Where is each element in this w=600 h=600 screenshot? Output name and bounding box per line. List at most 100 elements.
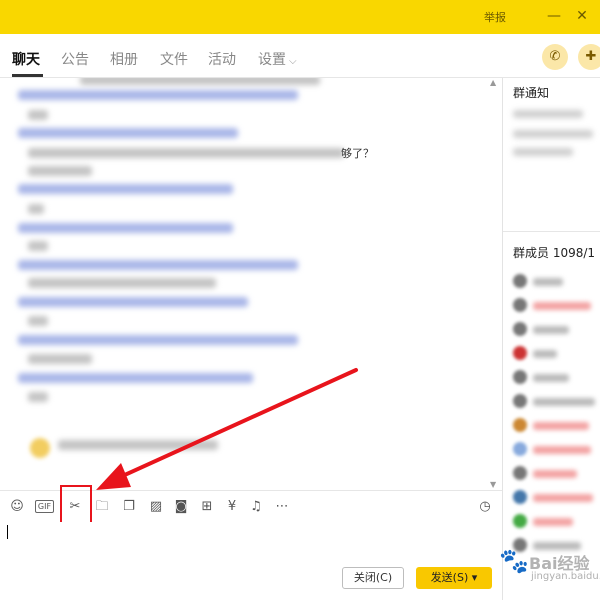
blurred-message bbox=[28, 354, 92, 364]
blurred-message bbox=[28, 392, 48, 402]
blurred-notice bbox=[513, 130, 593, 138]
chat-visible-text: 够了？ bbox=[341, 147, 374, 160]
member-item[interactable] bbox=[513, 442, 599, 458]
sticker-icon[interactable]: ❐ bbox=[120, 498, 138, 516]
tab-chat[interactable]: 聊天 bbox=[12, 49, 40, 69]
close-button[interactable]: 关闭(C) bbox=[342, 567, 404, 589]
tab-bar: 聊天 公告 相册 文件 活动 设置 ⌵ bbox=[0, 34, 600, 78]
tab-files[interactable]: 文件 bbox=[160, 49, 188, 69]
member-item[interactable] bbox=[513, 418, 599, 434]
avatar bbox=[513, 442, 527, 456]
report-link[interactable]: 举报 bbox=[484, 9, 506, 25]
minimize-button[interactable]: — bbox=[544, 6, 564, 26]
active-tab-indicator bbox=[12, 74, 43, 77]
annotation-highlight-box bbox=[60, 485, 92, 527]
more-icon[interactable]: ⋯ bbox=[273, 498, 291, 516]
member-name bbox=[533, 326, 569, 334]
chevron-down-icon: ⌵ bbox=[289, 56, 297, 67]
member-item[interactable] bbox=[513, 370, 599, 386]
tab-activity[interactable]: 活动 bbox=[208, 49, 236, 69]
blurred-message bbox=[28, 166, 92, 176]
scroll-up-icon[interactable]: ▲ bbox=[490, 78, 496, 87]
red-packet-icon[interactable]: ¥ bbox=[223, 498, 241, 516]
member-item[interactable] bbox=[513, 346, 599, 362]
avatar bbox=[513, 274, 527, 288]
member-name bbox=[533, 302, 591, 310]
image-icon[interactable]: ▨ bbox=[147, 498, 165, 516]
chat-message-area[interactable] bbox=[0, 78, 502, 490]
emoji-icon[interactable]: ☺ bbox=[8, 498, 26, 516]
text-caret bbox=[7, 525, 8, 539]
send-button-label: 发送(S) bbox=[430, 571, 469, 584]
tab-notice[interactable]: 公告 bbox=[61, 49, 89, 69]
blurred-message bbox=[28, 241, 48, 251]
tab-settings-label: 设置 bbox=[258, 52, 286, 68]
scroll-down-icon[interactable]: ▼ bbox=[490, 480, 496, 489]
blurred-message bbox=[28, 110, 48, 120]
send-button[interactable]: 发送(S) ▾ bbox=[416, 567, 492, 589]
folder-icon[interactable]: 🗀 bbox=[93, 498, 111, 516]
blurred-sender bbox=[18, 335, 298, 345]
avatar bbox=[513, 370, 527, 384]
qq-group-chat-window: 举报 — ✕ 聊天 公告 相册 文件 活动 设置 ⌵ ✆ ✚ 够了？ ▲ ▼ 群… bbox=[0, 0, 600, 600]
blurred-sender bbox=[18, 260, 298, 270]
right-panel-divider bbox=[503, 231, 600, 232]
blurred-sender bbox=[18, 184, 233, 194]
member-name bbox=[533, 470, 577, 478]
history-icon[interactable]: ◷ bbox=[476, 498, 494, 516]
blurred-message bbox=[28, 204, 44, 214]
group-notice-title: 群通知 bbox=[513, 86, 550, 100]
camera-icon[interactable]: ◙ bbox=[172, 498, 190, 516]
member-name bbox=[533, 398, 595, 406]
avatar bbox=[513, 418, 527, 432]
send-dropdown-icon[interactable]: ▾ bbox=[472, 571, 478, 584]
member-name bbox=[533, 518, 573, 526]
blurred-message bbox=[80, 78, 320, 85]
paw-logo-icon: 🐾 bbox=[499, 547, 529, 575]
avatar bbox=[513, 514, 527, 528]
member-item[interactable] bbox=[513, 274, 599, 290]
member-name bbox=[533, 422, 589, 430]
member-name bbox=[533, 494, 593, 502]
member-item[interactable] bbox=[513, 394, 599, 410]
add-app-icon[interactable]: ✚ bbox=[578, 44, 600, 70]
close-window-button[interactable]: ✕ bbox=[572, 6, 592, 26]
avatar bbox=[513, 490, 527, 504]
tab-album[interactable]: 相册 bbox=[110, 49, 138, 69]
blurred-sender bbox=[18, 128, 238, 138]
baidu-watermark: 🐾 Bai经验 jingyan.baidu.com bbox=[495, 545, 600, 600]
group-members-title: 群成员 1098/1 bbox=[513, 246, 596, 260]
gift-icon[interactable]: ⊞ bbox=[198, 498, 216, 516]
member-item[interactable] bbox=[513, 466, 599, 482]
blurred-notice bbox=[513, 110, 583, 118]
avatar bbox=[513, 322, 527, 336]
watermark-url: jingyan.baidu.com bbox=[531, 571, 600, 582]
gif-icon[interactable]: GIF bbox=[35, 500, 54, 513]
avatar bbox=[513, 466, 527, 480]
member-name bbox=[533, 446, 591, 454]
blurred-sender bbox=[18, 223, 233, 233]
blurred-message bbox=[28, 316, 48, 326]
blurred-message bbox=[28, 278, 216, 288]
member-name bbox=[533, 350, 557, 358]
member-item[interactable] bbox=[513, 490, 599, 506]
blurred-notice bbox=[513, 148, 573, 156]
member-item[interactable] bbox=[513, 322, 599, 338]
member-name bbox=[533, 278, 563, 286]
avatar bbox=[513, 346, 527, 360]
smiley-icon bbox=[30, 438, 50, 458]
tab-settings[interactable]: 设置 ⌵ bbox=[258, 49, 297, 69]
phone-icon[interactable]: ✆ bbox=[542, 44, 568, 70]
title-bar[interactable]: 举报 — ✕ bbox=[0, 0, 600, 34]
blurred-message bbox=[28, 148, 344, 158]
bell-icon[interactable]: ♫ bbox=[247, 498, 265, 516]
blurred-sender bbox=[18, 90, 298, 100]
avatar bbox=[513, 298, 527, 312]
blurred-sender bbox=[18, 297, 248, 307]
member-item[interactable] bbox=[513, 514, 599, 530]
right-panel: 群通知 群成员 1098/1 bbox=[503, 78, 600, 600]
member-item[interactable] bbox=[513, 298, 599, 314]
blurred-message bbox=[58, 440, 218, 450]
member-name bbox=[533, 374, 569, 382]
bottom-bar: 关闭(C) 发送(S) ▾ bbox=[0, 560, 502, 600]
